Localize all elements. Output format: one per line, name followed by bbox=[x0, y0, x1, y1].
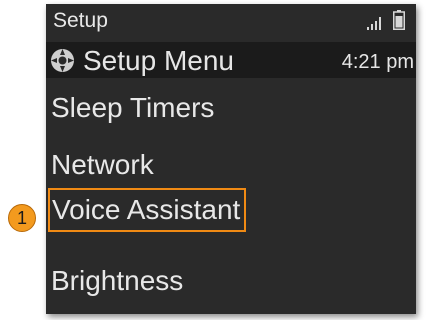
status-title: Setup bbox=[53, 9, 108, 32]
settings-wheel-icon bbox=[51, 49, 74, 72]
device-screen: Setup Setup Menu 4:21 pm Sleep Timers Ne… bbox=[46, 4, 416, 314]
callout-badge: 1 bbox=[8, 204, 36, 232]
status-bar: Setup bbox=[46, 4, 416, 38]
header-bar: Setup Menu 4:21 pm bbox=[46, 42, 416, 78]
menu-item-sleep-timers[interactable]: Sleep Timers bbox=[51, 86, 214, 130]
header-title: Setup Menu bbox=[83, 45, 234, 76]
menu-item-voice-assistant[interactable]: Voice Assistant bbox=[48, 188, 247, 232]
menu-item-network[interactable]: Network bbox=[51, 143, 154, 187]
signal-icon bbox=[367, 17, 381, 30]
battery-icon bbox=[393, 10, 405, 30]
menu-item-brightness[interactable]: Brightness bbox=[51, 259, 183, 303]
clock-time: 4:21 pm bbox=[341, 51, 414, 73]
